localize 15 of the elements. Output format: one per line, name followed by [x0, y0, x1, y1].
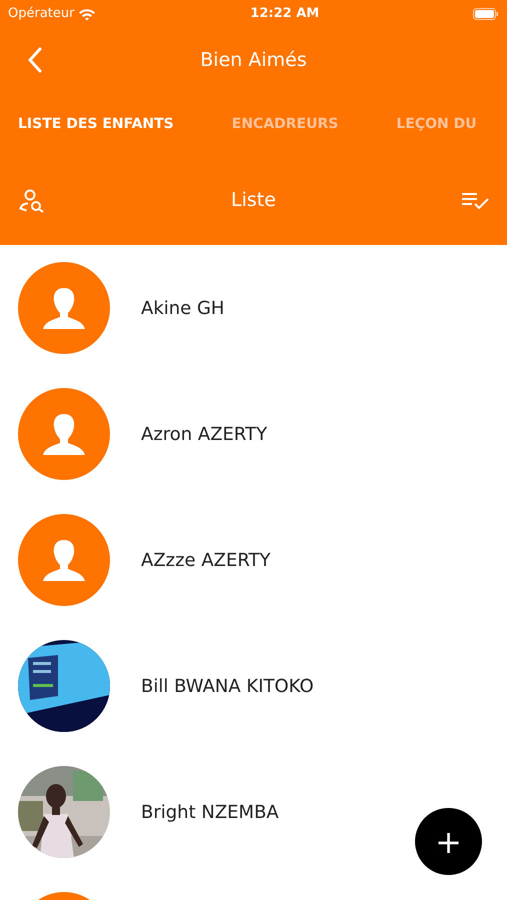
search-person-icon[interactable]	[18, 188, 46, 212]
checklist-icon[interactable]	[461, 192, 489, 210]
add-button[interactable]: +	[415, 808, 482, 875]
child-name[interactable]: Azron AZERTY	[141, 420, 268, 448]
child-name[interactable]: Bright NZEMBA	[141, 798, 279, 826]
child-name[interactable]: Bill BWANA KITOKO	[141, 672, 314, 700]
status-time: 12:22 AM	[250, 5, 320, 24]
child-name[interactable]: Akine GH	[141, 294, 224, 322]
battery-icon	[472, 8, 499, 20]
screen-title: Bien Aimés	[200, 48, 307, 73]
child-name[interactable]: AZzze AZERTY	[141, 546, 271, 574]
carrier-name: Opérateur	[8, 5, 74, 24]
back-icon[interactable]	[28, 47, 42, 73]
wifi-icon	[78, 8, 96, 20]
list-title: Liste	[231, 188, 276, 214]
